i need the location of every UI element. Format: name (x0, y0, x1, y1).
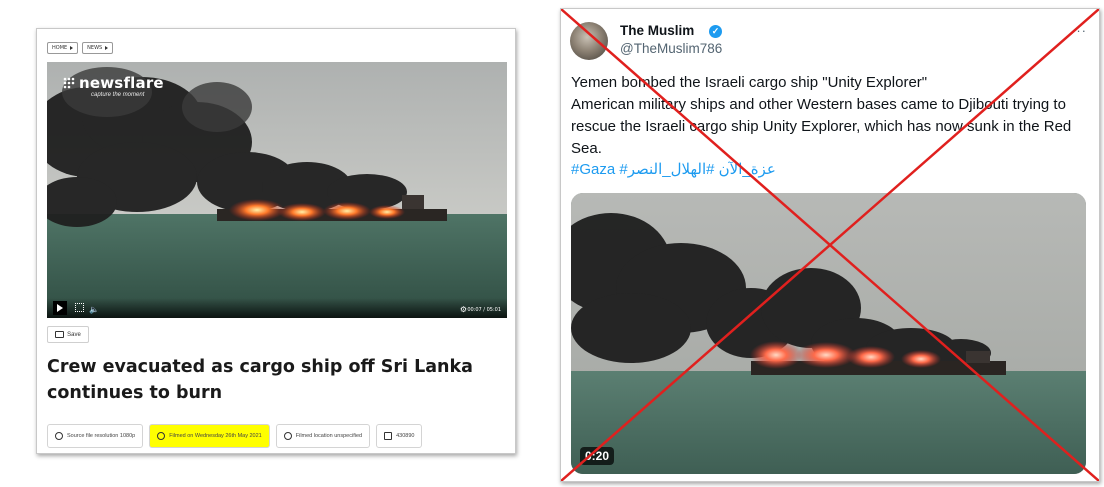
info-icon (55, 432, 63, 440)
volume-icon[interactable]: 🔈 (89, 305, 99, 314)
breadcrumb: HOME NEWS (47, 42, 114, 54)
burning-ship-video-frame (571, 193, 1086, 474)
display-name[interactable]: The Muslim (620, 23, 694, 38)
tweet-hashtags[interactable]: #Gaza #عزة_الآن #الهلال_النصر (571, 160, 776, 178)
video-time: 00:07 / 05:01 (467, 307, 501, 313)
folder-icon (55, 331, 65, 338)
play-button[interactable] (53, 301, 67, 315)
tweet-screenshot: The Muslim ✓ @TheMuslim786 ·· Yemen bomb… (560, 8, 1100, 482)
chevron-right-icon (105, 46, 109, 50)
user-handle[interactable]: @TheMuslim786 (620, 41, 722, 56)
breadcrumb-home[interactable]: HOME (47, 42, 79, 54)
meta-id: 430890 (376, 424, 423, 448)
video-player[interactable]: newsflare capture the moment 🔈 ⚙ 00:07 /… (47, 62, 507, 318)
video-controls: 🔈 ⚙ 00:07 / 05:01 (47, 298, 507, 318)
breadcrumb-news[interactable]: NEWS (82, 42, 114, 54)
chevron-right-icon (70, 46, 74, 50)
avatar[interactable] (570, 22, 608, 60)
gear-icon[interactable]: ⚙ (460, 305, 467, 314)
newsflare-logo: newsflare (79, 74, 164, 92)
article-headline: Crew evacuated as cargo ship off Sri Lan… (47, 357, 473, 403)
save-button[interactable]: Save (47, 326, 89, 343)
newsflare-logo-icon (63, 77, 75, 89)
video-meta: Source file resolution 1080p Filmed on W… (47, 424, 423, 448)
id-icon (384, 432, 393, 440)
meta-filmed-date: Filmed on Wednesday 26th May 2021 (149, 424, 270, 448)
tweet-video[interactable]: 0:20 (571, 193, 1086, 474)
meta-location: Filmed location unspecified (275, 424, 371, 448)
verified-badge-icon: ✓ (709, 25, 722, 38)
location-pin-icon (283, 432, 292, 440)
clock-icon (157, 432, 166, 440)
video-duration: 0:20 (580, 447, 615, 465)
fullscreen-icon[interactable] (75, 303, 84, 312)
newsflare-tagline: capture the moment (91, 92, 145, 98)
more-options-icon[interactable]: ·· (1076, 23, 1087, 38)
play-icon (57, 304, 63, 312)
newsflare-article-screenshot: HOME NEWS newsflare capture the moment 🔈… (36, 28, 516, 454)
meta-resolution: Source file resolution 1080p (47, 424, 144, 448)
burning-ship-video-frame (47, 62, 507, 318)
tweet-text: Yemen bombed the Israeli cargo ship "Uni… (571, 74, 1072, 157)
